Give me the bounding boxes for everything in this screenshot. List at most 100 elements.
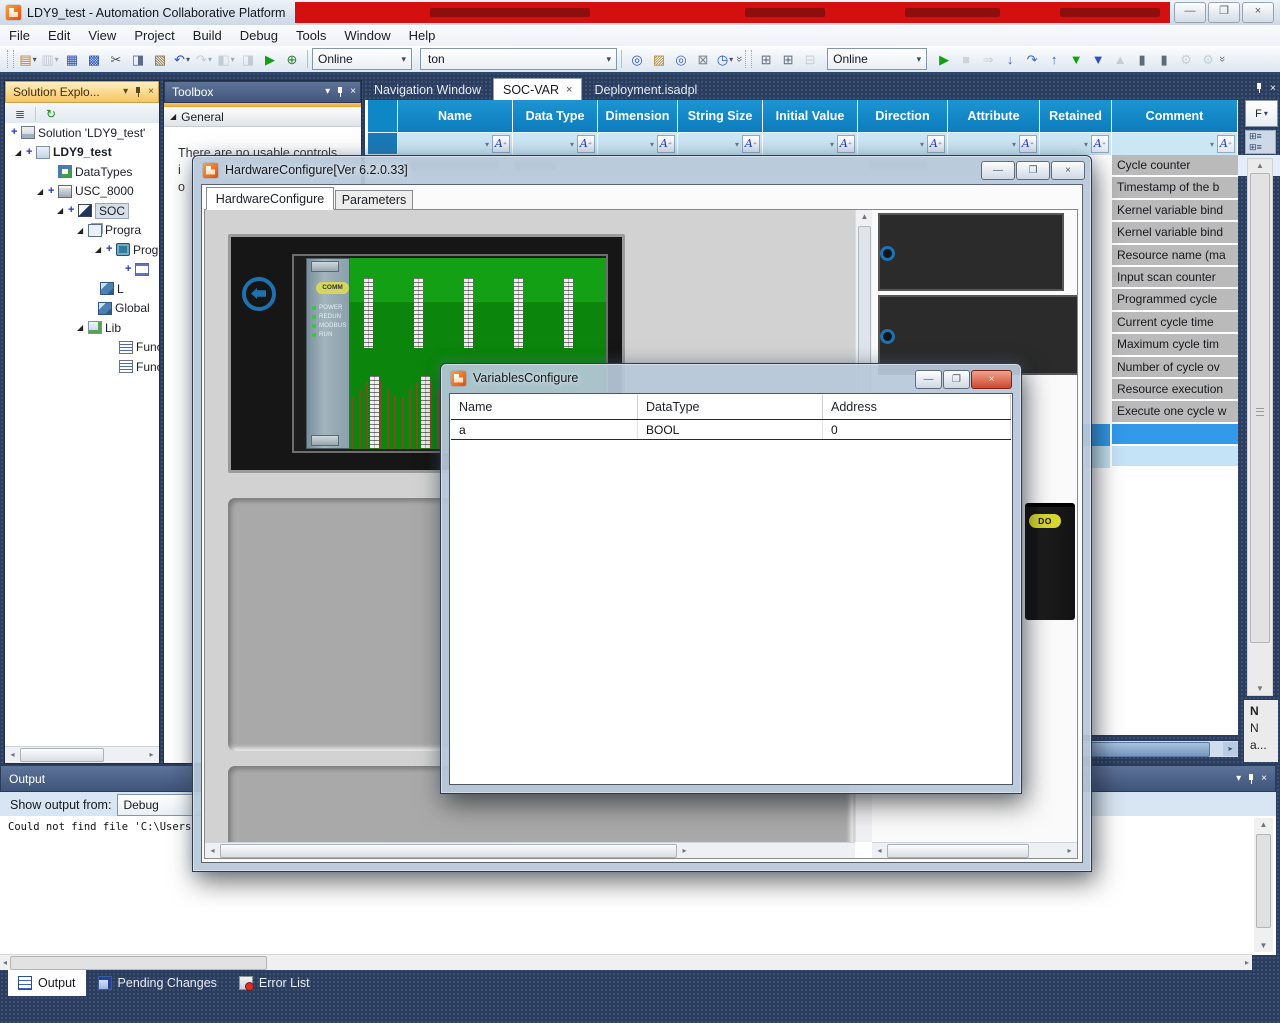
- restore-button[interactable]: ❐: [1208, 2, 1240, 23]
- filter-font-icon[interactable]: A: [657, 135, 675, 153]
- bottom-tab-output[interactable]: Output: [8, 970, 86, 996]
- tree-item[interactable]: Func: [5, 357, 159, 377]
- copy-icon[interactable]: ◨: [128, 49, 148, 69]
- filter-dropdown-icon[interactable]: ▾: [1210, 140, 1214, 149]
- filter-font-icon[interactable]: A: [1217, 135, 1235, 153]
- grid-column-header[interactable]: Dimension: [598, 100, 678, 133]
- filter-font-icon[interactable]: A: [492, 135, 510, 153]
- grid-column-header[interactable]: String Size: [678, 100, 763, 133]
- grid-filter-cell[interactable]: ▾ A: [858, 133, 948, 155]
- variable-name-cell[interactable]: a: [451, 420, 638, 439]
- menu-item[interactable]: File: [0, 26, 39, 45]
- variable-datatype-cell[interactable]: BOOL: [638, 420, 823, 439]
- tree-item[interactable]: ◢ + LDY9_test: [5, 143, 159, 163]
- menu-item[interactable]: Edit: [39, 26, 79, 45]
- debug-continue-icon[interactable]: ⇒: [978, 49, 998, 69]
- pin-icon[interactable]: [336, 86, 344, 98]
- grid-column-header[interactable]: Attribute: [948, 100, 1040, 133]
- expander-icon[interactable]: ◢: [77, 226, 88, 235]
- filter-dropdown-icon[interactable]: ▾: [735, 140, 739, 149]
- comment-cell[interactable]: Maximum cycle tim: [1110, 334, 1238, 356]
- refresh-icon[interactable]: ↻: [40, 104, 62, 124]
- hw-minimize-button[interactable]: —: [981, 161, 1015, 180]
- scroll-thumb[interactable]: [1256, 834, 1271, 928]
- scroll-thumb[interactable]: [1250, 173, 1270, 643]
- grid-hscroll-right-icon[interactable]: ▸: [1223, 742, 1238, 756]
- toolbar-grip[interactable]: [745, 50, 752, 68]
- debug-stop-icon[interactable]: ■: [956, 49, 976, 69]
- search-input[interactable]: [426, 51, 580, 67]
- vars-restore-button[interactable]: ❐: [943, 370, 970, 389]
- edit-find-icon[interactable]: ▨: [649, 49, 669, 69]
- menu-item[interactable]: View: [79, 26, 125, 45]
- right-panel-dropdown[interactable]: F: [1245, 100, 1278, 127]
- filter-font-icon[interactable]: A: [1019, 135, 1037, 153]
- filter-dropdown-icon[interactable]: ▾: [830, 140, 834, 149]
- rack-thumbnail[interactable]: [878, 213, 1064, 291]
- variables-column-header[interactable]: Name: [451, 395, 638, 419]
- grid-row[interactable]: Programmed cycle: [1075, 289, 1238, 311]
- grid-filter-cell[interactable]: ▾ A: [598, 133, 678, 155]
- comment-cell[interactable]: [1110, 424, 1238, 446]
- tree-item[interactable]: Global: [5, 299, 159, 319]
- upload-icon[interactable]: ▲: [1110, 49, 1130, 69]
- tree-item[interactable]: DataTypes: [5, 162, 159, 182]
- grid-row[interactable]: Resource name (ma: [1075, 245, 1238, 267]
- grid-column-header[interactable]: Data Type: [513, 100, 598, 133]
- grid-column-header[interactable]: Name: [398, 100, 513, 133]
- expand-collapse-icons[interactable]: ⊞≡⊞≡: [1245, 130, 1276, 154]
- filter-font-icon[interactable]: A: [1091, 135, 1109, 153]
- output-hscrollbar[interactable]: ◂ ▸: [0, 954, 1252, 970]
- grid-filter-cell[interactable]: ▾ A: [678, 133, 763, 155]
- close-icon[interactable]: ×: [350, 87, 356, 97]
- pin-icon[interactable]: [134, 86, 142, 98]
- download-offline-icon[interactable]: ▼: [1088, 49, 1108, 69]
- close-icon[interactable]: ×: [1261, 774, 1267, 784]
- panel-menu-icon[interactable]: ▾: [1236, 774, 1241, 784]
- pin-icon[interactable]: [1255, 82, 1263, 94]
- output-vscrollbar[interactable]: ▲ ▼: [1254, 818, 1273, 952]
- tab-navigation-window[interactable]: Navigation Window: [365, 79, 490, 100]
- scroll-thumb[interactable]: [10, 956, 267, 970]
- download-online-icon[interactable]: ▼: [1066, 49, 1086, 69]
- build-all-icon[interactable]: ⊞: [778, 49, 798, 69]
- grid-filter-cell[interactable]: ▾ A: [948, 133, 1040, 155]
- grid-row[interactable]: Timestamp of the b: [1075, 177, 1238, 199]
- comment-cell[interactable]: Kernel variable bind: [1110, 200, 1238, 222]
- debug-start-icon[interactable]: ▶: [934, 49, 954, 69]
- step-over-icon[interactable]: ↷: [1022, 49, 1042, 69]
- variables-table-row[interactable]: a BOOL 0: [451, 420, 1011, 440]
- cancel-build-icon[interactable]: ⊟: [800, 49, 820, 69]
- bottom-tab-pending-changes[interactable]: Pending Changes: [88, 970, 227, 996]
- cpu-module[interactable]: COMM POWER: [306, 258, 350, 449]
- find-in-files-icon[interactable]: ◎: [627, 49, 647, 69]
- grid-row[interactable]: [1075, 446, 1238, 468]
- filter-font-icon[interactable]: A: [742, 135, 760, 153]
- variables-column-header[interactable]: Address: [823, 395, 1011, 419]
- comment-cell[interactable]: Execute one cycle w: [1110, 401, 1238, 423]
- right-panel-vscrollbar[interactable]: ▲ ▼: [1247, 158, 1273, 696]
- comment-cell[interactable]: [1110, 446, 1238, 468]
- grid-filter-cell[interactable]: ▾ A: [1040, 133, 1112, 155]
- toolbox-header[interactable]: Toolbox ▾ ×: [164, 81, 361, 103]
- cut-icon[interactable]: ✂: [106, 49, 126, 69]
- menu-item[interactable]: Build: [184, 26, 231, 45]
- panel-menu-icon[interactable]: ▾: [325, 87, 330, 97]
- canvas-hscrollbar[interactable]: ◂▸: [205, 842, 855, 859]
- save-icon[interactable]: ▦: [62, 49, 82, 69]
- minimize-button[interactable]: —: [1174, 2, 1206, 23]
- tree-item[interactable]: +: [5, 260, 159, 280]
- build-icon[interactable]: ⊞: [756, 49, 776, 69]
- tree-item[interactable]: ◢ + Prog: [5, 240, 159, 260]
- menu-item[interactable]: Project: [125, 26, 183, 45]
- filter-dropdown-icon[interactable]: ▾: [570, 140, 574, 149]
- tree-item[interactable]: ◢ + SOC: [5, 201, 159, 221]
- tools-icon[interactable]: ⊠: [693, 49, 713, 69]
- comment-cell[interactable]: Input scan counter: [1110, 267, 1238, 289]
- filter-font-icon[interactable]: A: [577, 135, 595, 153]
- new-window-icon[interactable]: ▥▾: [40, 49, 60, 69]
- expander-icon[interactable]: ◢: [15, 148, 26, 157]
- toolbar-overflow-icon[interactable]: »: [733, 56, 745, 62]
- tree-item[interactable]: ◢ Progra: [5, 221, 159, 241]
- pin-icon[interactable]: [1247, 773, 1255, 785]
